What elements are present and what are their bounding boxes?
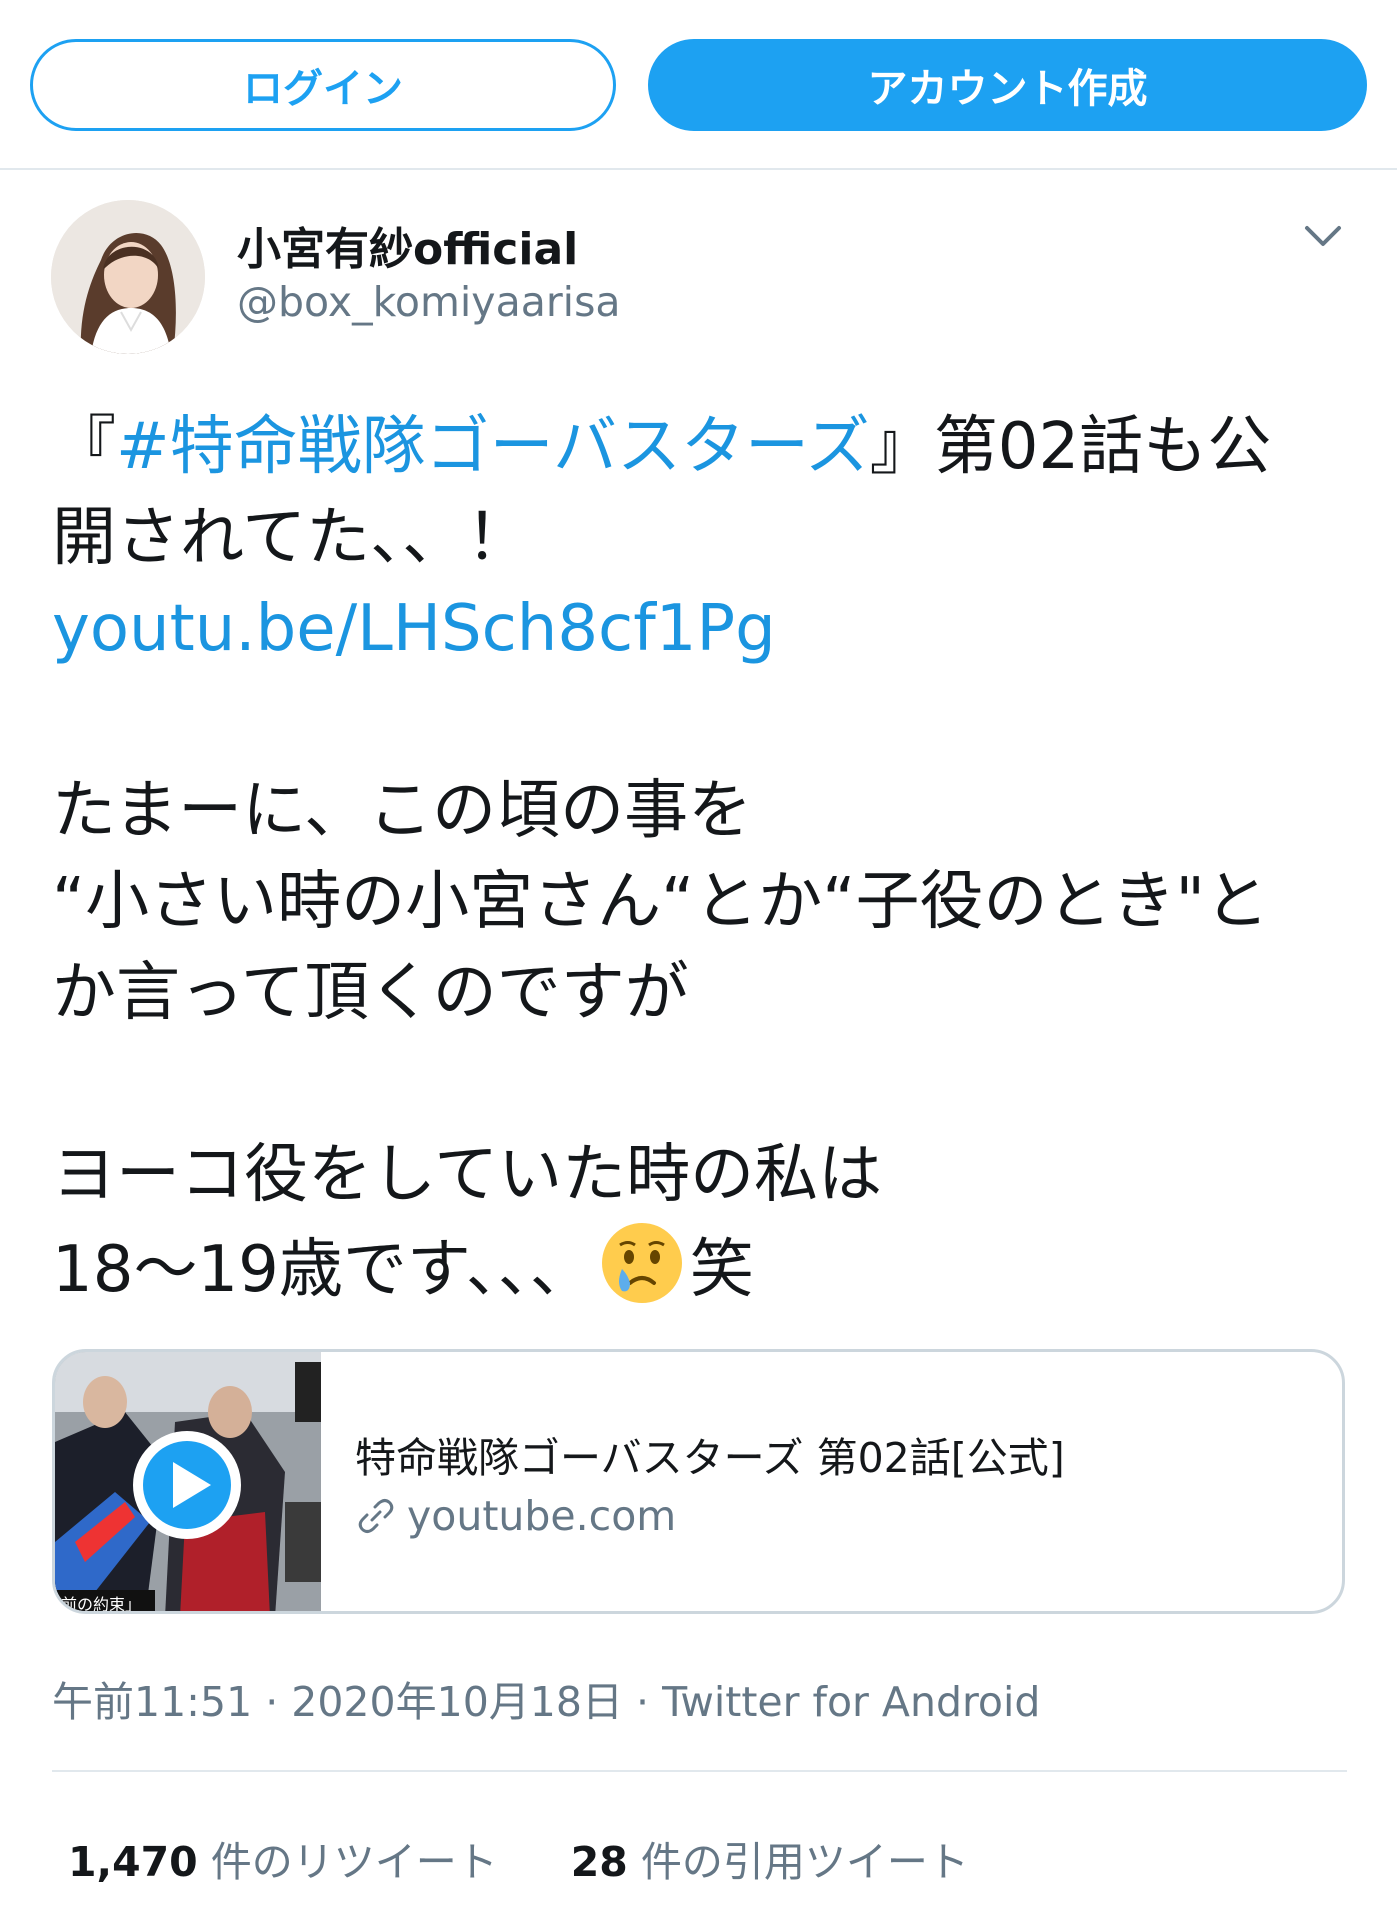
tweet-line: ヨーコ役をしていた時の私は	[52, 1138, 883, 1212]
tweet-stats: 1,470 件のリツイート 28 件の引用ツイート	[68, 1828, 1029, 1888]
divider	[52, 1770, 1347, 1772]
card-title[interactable]: 特命戦隊ゴーバスターズ 第02話[公式]	[355, 1424, 1065, 1484]
video-thumbnail[interactable]: 前の約束」	[55, 1352, 321, 1614]
link-icon	[358, 1499, 394, 1533]
tweet-time[interactable]: 午前11:51	[52, 1678, 252, 1726]
chevron-down-icon[interactable]	[1303, 220, 1343, 250]
avatar[interactable]	[51, 200, 205, 354]
retweets-stat[interactable]: 1,470 件のリツイート	[68, 1838, 498, 1886]
hashtag-link[interactable]: #特命戦隊ゴーバスターズ	[116, 410, 870, 484]
quote-tweets-stat[interactable]: 28 件の引用ツイート	[571, 1838, 969, 1886]
top-bar: ログイン アカウント作成	[0, 0, 1397, 170]
tweet-line: 『#特命戦隊ゴーバスターズ』第02話も公	[52, 410, 1272, 484]
tweet-line: 開されてた、、！	[52, 501, 531, 575]
tweet-line: “小さい時の小宮さん“とか“子役のとき"と	[52, 865, 1269, 939]
login-button[interactable]: ログイン	[30, 39, 616, 131]
display-name[interactable]: 小宮有紗official	[237, 213, 578, 277]
youtube-link[interactable]: youtu.be/LHSch8cf1Pg	[52, 584, 1352, 675]
thumb-caption: 前の約束」	[61, 1595, 141, 1614]
tweet-line: か言って頂くのですが	[52, 956, 689, 1030]
tweet-line: たまーに、この頃の事を	[52, 774, 753, 848]
card-domain: youtube.com	[355, 1492, 676, 1540]
tweet-meta: 午前11:51 · 2020年10月18日 · Twitter for Andr…	[52, 1678, 1041, 1726]
play-icon[interactable]	[133, 1431, 241, 1539]
crying-face-emoji-icon	[601, 1223, 682, 1303]
tweet-line: 18〜19歳です、、、 笑	[52, 1221, 1352, 1312]
user-handle[interactable]: @box_komiyaarisa	[237, 278, 621, 326]
tweet-text: 『#特命戦隊ゴーバスターズ』第02話も公 開されてた、、！ youtu.be/L…	[52, 402, 1352, 1312]
create-account-button[interactable]: アカウント作成	[648, 39, 1367, 131]
tweet-source[interactable]: Twitter for Android	[662, 1678, 1040, 1726]
link-card[interactable]: 前の約束」 特命戦隊ゴーバスターズ 第02話[公式] youtube.com	[52, 1349, 1345, 1614]
tweet-date[interactable]: 2020年10月18日	[291, 1678, 623, 1726]
